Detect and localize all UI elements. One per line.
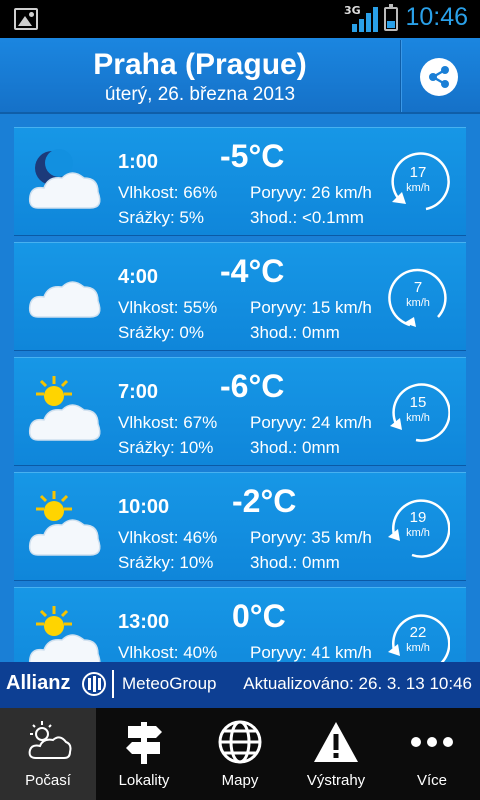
status-clock: 10:46 [405, 3, 468, 31]
more-icon [411, 737, 453, 747]
wind-indicator: 19 km/h [386, 495, 450, 559]
forecast-card[interactable]: 13:00 0°C Vlhkost: 40% Poryvy: 41 km/h 2… [14, 587, 466, 662]
warning-icon [314, 722, 358, 762]
forecast-precip: Srážky: 5% [118, 208, 204, 227]
moon-cloud-icon [28, 149, 101, 209]
brand-separator [112, 670, 114, 698]
wind-speed: 7 [413, 279, 423, 296]
forecast-precip: Srážky: 0% [118, 323, 204, 342]
forecast-precip: Srážky: 10% [118, 553, 214, 572]
battery-icon [384, 4, 398, 31]
wind-unit: km/h [406, 182, 430, 194]
forecast-precip-3h: 3hod.: 0mm [250, 438, 340, 457]
nav-label: Výstrahy [306, 772, 366, 789]
wind-speed: 17 [409, 164, 427, 181]
signpost-icon [126, 722, 162, 764]
forecast-gusts: Poryvy: 24 km/h [250, 413, 372, 432]
wind-speed: 19 [409, 509, 427, 526]
forecast-temp: 0°C [232, 598, 286, 634]
forecast-precip-3h: 3hod.: 0mm [250, 323, 340, 342]
signal-icon [352, 6, 378, 32]
forecast-time: 10:00 [118, 496, 170, 518]
brand-bar: Allianz MeteoGroup Aktualizováno: 26. 3.… [0, 662, 480, 708]
forecast-time: 13:00 [118, 611, 170, 633]
forecast-temp: -4°C [220, 253, 285, 289]
app-header: Praha (Prague) úterý, 26. března 2013 [0, 38, 480, 114]
forecast-gusts: Poryvy: 26 km/h [250, 183, 372, 202]
share-icon [429, 66, 449, 88]
forecast-time: 1:00 [118, 151, 159, 173]
forecast-temp: -6°C [220, 368, 285, 404]
sun-cloud-icon [28, 376, 101, 441]
forecast-humidity: Vlhkost: 46% [118, 528, 218, 547]
forecast-card[interactable]: 4:00 -4°C Vlhkost: 55% Poryvy: 15 km/h S… [14, 242, 466, 350]
forecast-card[interactable]: 1:00 -5°C Vlhkost: 66% Poryvy: 26 km/h S… [14, 127, 466, 235]
forecast-humidity: Vlhkost: 67% [118, 413, 218, 432]
wind-unit: km/h [406, 297, 430, 309]
cloud-icon [28, 281, 101, 318]
meteogroup-text: MeteoGroup [122, 674, 217, 693]
header-divider [400, 40, 402, 112]
forecast-humidity: Vlhkost: 66% [118, 183, 218, 202]
nav-item-vystrahy[interactable]: Výstrahy [288, 708, 384, 800]
wind-unit: km/h [406, 642, 430, 654]
wind-unit: km/h [406, 527, 430, 539]
wind-indicator: 22 km/h [386, 610, 450, 662]
wind-speed: 22 [409, 624, 427, 641]
nav-item-vice[interactable]: Více [384, 708, 480, 800]
forecast-time: 7:00 [118, 381, 159, 403]
forecast-card[interactable]: 10:00 -2°C Vlhkost: 46% Poryvy: 35 km/h … [14, 472, 466, 580]
forecast-gusts: Poryvy: 15 km/h [250, 298, 372, 317]
wind-indicator: 7 km/h [386, 265, 450, 329]
forecast-temp: -2°C [232, 483, 297, 519]
forecast-precip-3h: 3hod.: 0mm [250, 553, 340, 572]
share-button[interactable] [420, 58, 458, 96]
nav-label: Mapy [221, 772, 259, 789]
sun-cloud-icon [28, 606, 101, 662]
weather-app: 3G 10:46 Praha (Prague) úterý, 26. březn… [0, 0, 480, 800]
city-title: Praha (Prague) [93, 48, 307, 81]
wind-unit: km/h [406, 412, 430, 424]
forecast-list[interactable]: 1:00 -5°C Vlhkost: 66% Poryvy: 26 km/h S… [0, 114, 480, 662]
status-bar: 3G 10:46 [0, 0, 480, 38]
sun-cloud-icon [28, 491, 101, 556]
forecast-precip-3h: 3hod.: <0.1mm [250, 208, 364, 227]
gallery-notification-icon [14, 8, 38, 30]
bottom-nav: Počasí Lokality Mapy Výstrahy Více [0, 708, 480, 800]
last-updated: Aktualizováno: 26. 3. 13 10:46 [243, 674, 472, 693]
wind-indicator: 15 km/h [386, 380, 450, 444]
nav-item-lokality[interactable]: Lokality [96, 708, 192, 800]
date-subtitle: úterý, 26. března 2013 [104, 84, 296, 105]
nav-item-pocasi[interactable]: Počasí [0, 708, 96, 800]
forecast-humidity: Vlhkost: 40% [118, 643, 218, 662]
forecast-humidity: Vlhkost: 55% [118, 298, 218, 317]
forecast-gusts: Poryvy: 41 km/h [250, 643, 372, 662]
forecast-time: 4:00 [118, 266, 159, 288]
forecast-precip: Srážky: 10% [118, 438, 214, 457]
nav-label: Více [416, 772, 447, 789]
wind-indicator: 17 km/h [386, 150, 450, 214]
nav-item-mapy[interactable]: Mapy [192, 708, 288, 800]
forecast-temp: -5°C [220, 138, 285, 174]
nav-label: Lokality [118, 772, 170, 789]
nav-label: Počasí [25, 772, 71, 789]
allianz-logo-icon [82, 672, 106, 696]
globe-icon [218, 720, 262, 764]
allianz-logo-text: Allianz [6, 672, 71, 694]
forecast-card[interactable]: 7:00 -6°C Vlhkost: 67% Poryvy: 24 km/h S… [14, 357, 466, 465]
forecast-gusts: Poryvy: 35 km/h [250, 528, 372, 547]
wind-speed: 15 [409, 394, 427, 411]
weather-icon [28, 721, 72, 759]
